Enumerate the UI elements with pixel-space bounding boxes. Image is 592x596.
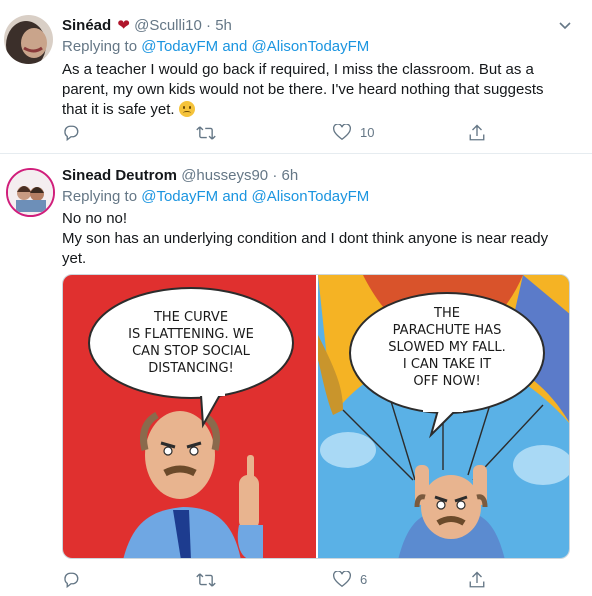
mention-link[interactable]: @AlisonTodayFM [252,188,370,205]
timestamp[interactable]: 5h [215,17,232,34]
share-icon [469,124,485,141]
retweet-button[interactable] [196,124,216,142]
like-button[interactable]: 10 [333,124,374,141]
share-button[interactable] [468,124,486,142]
right-bubble-line: THE [433,306,460,321]
reply-button[interactable] [62,124,80,142]
replying-prefix: Replying to [62,188,138,205]
tweet-text-content: As a teacher I would go back if required… [62,61,544,118]
display-name[interactable]: Sinéad [62,17,111,34]
left-bubble-line: THE CURVE [153,310,228,325]
timestamp[interactable]: 6h [282,167,299,184]
left-bubble-line: IS FLATTENING. WE [128,327,254,342]
mention-link[interactable]: @TodayFM [141,188,218,205]
like-button[interactable]: 6 [333,571,367,588]
replying-prefix: Replying to [62,38,138,55]
replying-to: Replying to @TodayFM and @AlisonTodayFM [62,38,369,55]
right-bubble-line: I CAN TAKE IT [403,357,491,372]
retweet-icon [196,573,216,587]
dot-separator: · [206,17,212,34]
dot-separator: · [272,167,278,184]
like-count: 6 [360,572,368,587]
chevron-down-icon[interactable] [558,18,572,32]
reply-icon [64,572,79,589]
right-bubble-line: PARACHUTE HAS [393,323,502,338]
retweet-button[interactable] [196,571,216,589]
tweet-header: Sinead Deutrom @husseys90 · 6h [62,167,298,184]
like-icon [333,571,351,588]
cartoon-illustration: THE CURVE IS FLATTENING. WE CAN STOP SOC… [63,275,569,558]
tweet-text-line: My son has an underlying condition and I… [62,230,549,267]
like-icon [333,124,351,141]
avatar[interactable] [4,15,53,64]
replying-to: Replying to @TodayFM and @AlisonTodayFM [62,188,369,205]
share-button[interactable] [468,571,486,589]
mention-link[interactable]: @TodayFM [141,38,218,55]
tweet-header: Sinéad ❤ @Sculli10 · 5h [62,16,232,34]
tweet[interactable]: Sinead Deutrom @husseys90 · 6h Replying … [0,155,592,596]
reply-icon [64,125,79,142]
user-handle[interactable]: @husseys90 [181,167,268,184]
tweet[interactable]: Sinéad ❤ @Sculli10 · 5h Replying to @Tod… [0,0,592,154]
mention-link[interactable]: @AlisonTodayFM [252,38,370,55]
share-icon [469,571,485,588]
left-bubble-line: DISTANCING! [148,361,234,376]
heart-emoji-icon: ❤ [117,17,130,34]
attached-image[interactable]: THE CURVE IS FLATTENING. WE CAN STOP SOC… [62,274,570,559]
frown-emoji-icon [178,101,195,117]
retweet-icon [196,126,216,140]
display-name[interactable]: Sinead Deutrom [62,167,177,184]
tweet-text: As a teacher I would go back if required… [62,60,562,120]
left-bubble-line: CAN STOP SOCIAL [132,344,251,359]
tweet-actions: 6 [62,571,502,591]
right-bubble-line: SLOWED MY FALL. [388,340,506,355]
right-bubble-line: OFF NOW! [413,374,480,389]
tweet-text: No no no! My son has an underlying condi… [62,209,562,269]
reply-button[interactable] [62,571,80,589]
reply-and: and [222,188,248,205]
avatar[interactable] [6,168,55,217]
like-count: 10 [360,125,375,140]
tweet-text-line: No no no! [62,210,128,227]
tweet-actions: 10 [62,124,502,144]
user-handle[interactable]: @Sculli10 [134,17,202,34]
reply-and: and [222,38,248,55]
